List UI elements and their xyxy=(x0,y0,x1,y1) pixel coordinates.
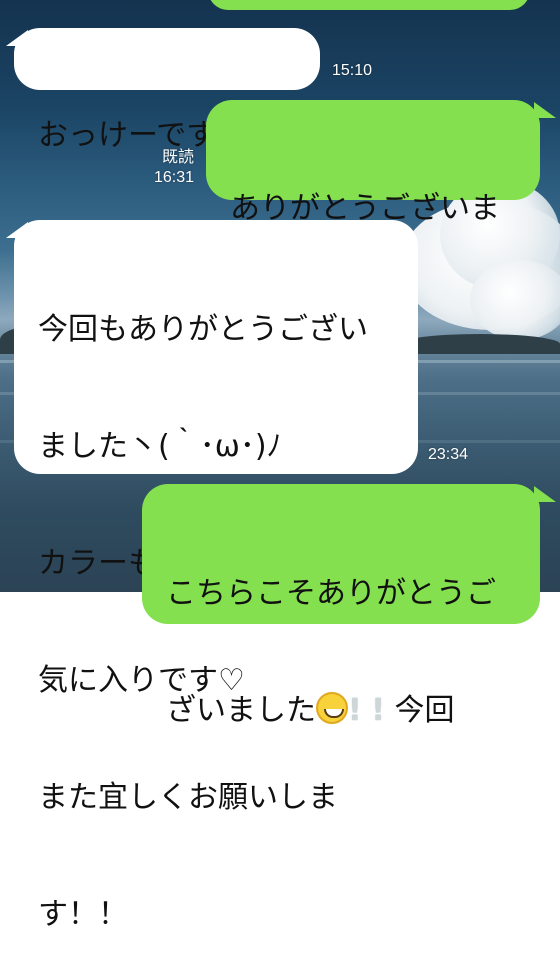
message-timestamp: 16:31 xyxy=(153,169,194,186)
message-bubble-received[interactable]: 今回もありがとうござい ました丶(｀･ω･)ﾉ カラーもカットも凄いお 気に入り… xyxy=(14,220,418,932)
message-text-segment: ざいました xyxy=(166,693,316,728)
message-timestamp: 15:10 xyxy=(332,62,373,79)
message-text-segment: 今回 xyxy=(394,693,455,728)
message-text-line: ました丶(｀･ω･)ﾉ xyxy=(38,429,282,464)
grey-exclamation-emoji-icon: ! xyxy=(348,693,362,728)
message-bubble-received[interactable]: おっけーです！！ xyxy=(14,28,320,153)
message-text-line: また宜しくお願いしま xyxy=(38,780,338,815)
message-text-line: す！！ xyxy=(38,897,128,932)
message-bubble-sent[interactable]: こちらこそありがとうご ざいました! ! 今回 xyxy=(142,484,540,728)
message-text-line: ざいました! ! 今回 xyxy=(166,691,516,730)
read-receipt: 既読 16:31 xyxy=(140,148,194,188)
grey-exclamation-emoji-icon: ! xyxy=(371,693,385,728)
read-label: 既読 xyxy=(161,149,194,166)
message-text-line: 今回もありがとうござい xyxy=(38,312,368,347)
message-text-line: こちらこそありがとうご xyxy=(166,576,496,611)
message-timestamp: 23:34 xyxy=(428,446,469,463)
message-bubble-sent[interactable]: ありがとうございま す！！ xyxy=(206,100,540,343)
message-bubble-partial[interactable] xyxy=(208,0,530,10)
smiling-face-emoji-icon xyxy=(316,692,348,724)
